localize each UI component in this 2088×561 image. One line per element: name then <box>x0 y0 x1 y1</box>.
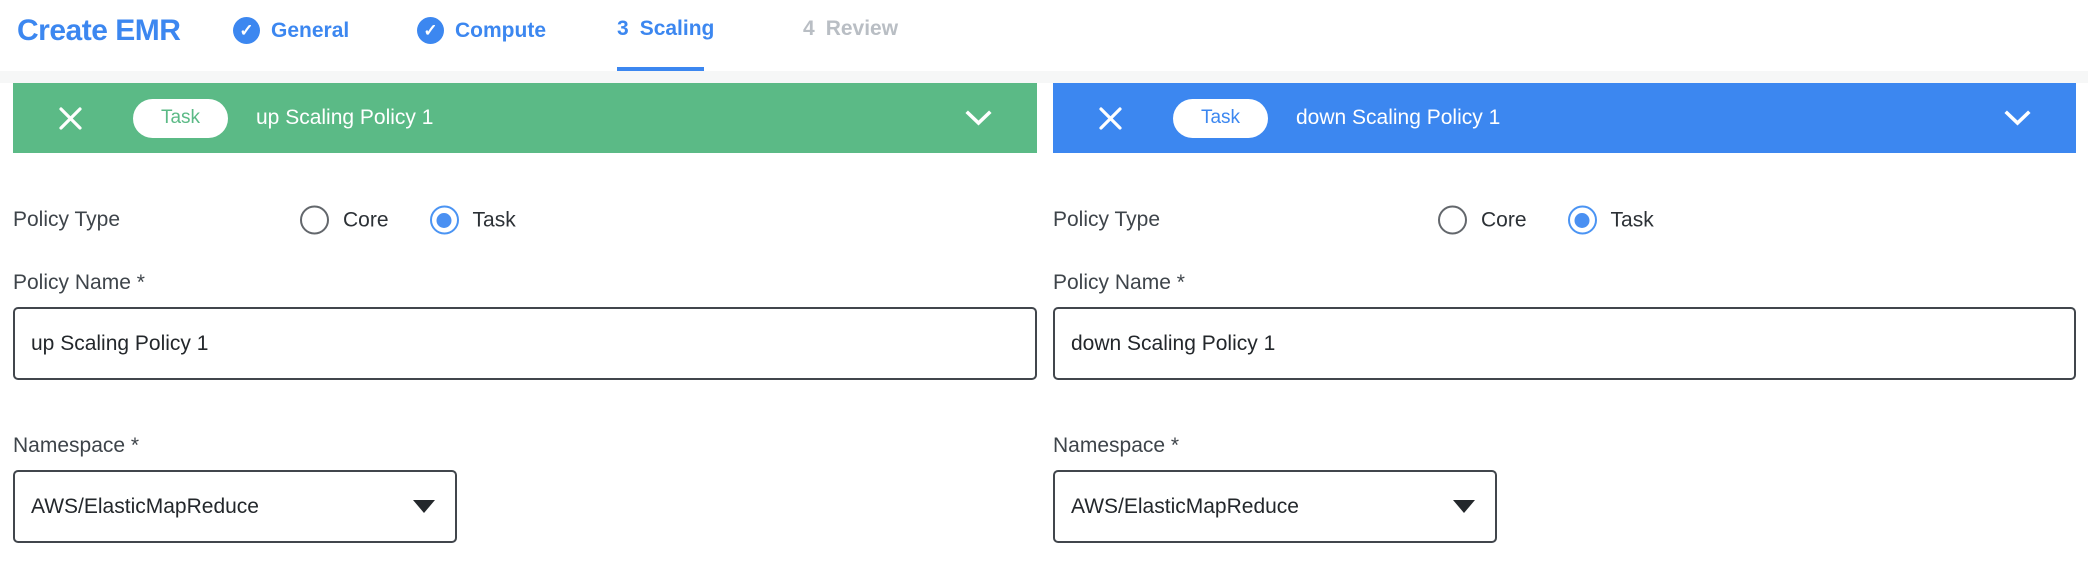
chevron-down-icon[interactable] <box>2004 110 2031 126</box>
policy-name-input[interactable] <box>1053 307 2076 380</box>
caret-down-icon <box>1453 500 1475 513</box>
step-general[interactable]: ✓ General <box>233 17 349 44</box>
policy-type-row: Policy Type Core Task <box>1053 204 2076 236</box>
nav-divider <box>0 71 2088 83</box>
policy-type-radio-group: Core Task <box>1438 206 1654 235</box>
radio-core[interactable]: Core <box>1438 206 1527 235</box>
radio-label: Core <box>1481 208 1527 232</box>
radio-task[interactable]: Task <box>430 206 516 235</box>
namespace-label: Namespace * <box>13 434 139 457</box>
active-step-underline <box>617 67 704 71</box>
step-compute[interactable]: ✓ Compute <box>417 17 546 44</box>
check-circle-icon: ✓ <box>233 17 260 44</box>
panel-down-header[interactable]: Task down Scaling Policy 1 <box>1053 83 2076 153</box>
policy-name-row: Policy Name * <box>1053 271 2076 380</box>
panel-up-body: Policy Type Core Task Policy Name * <box>13 204 1037 561</box>
scaling-policy-panels: Task up Scaling Policy 1 Policy Type Cor… <box>0 83 2088 561</box>
policy-name-label: Policy Name * <box>13 271 145 294</box>
page-title: Create EMR <box>17 14 180 48</box>
step-number: 4 <box>803 17 815 41</box>
panel-down-body: Policy Type Core Task Policy Name * <box>1053 204 2076 561</box>
panel-up-scaling-policy: Task up Scaling Policy 1 Policy Type Cor… <box>13 83 1037 561</box>
namespace-row: Namespace * AWS/ElasticMapReduce <box>13 434 1037 543</box>
policy-name-input[interactable] <box>13 307 1037 380</box>
namespace-label: Namespace * <box>1053 434 1179 457</box>
task-badge: Task <box>1173 99 1268 138</box>
policy-name-row: Policy Name * <box>13 271 1037 380</box>
step-label: Review <box>826 17 898 41</box>
namespace-select[interactable]: AWS/ElasticMapReduce <box>13 470 457 543</box>
chevron-down-icon[interactable] <box>965 110 992 126</box>
policy-type-label: Policy Type <box>1053 208 1160 232</box>
radio-label: Task <box>1611 208 1654 232</box>
namespace-selected-value: AWS/ElasticMapReduce <box>31 495 259 519</box>
create-emr-page: Create EMR ✓ General ✓ Compute 3 Scaling… <box>0 0 2088 548</box>
step-label: Compute <box>455 19 546 43</box>
panel-title: down Scaling Policy 1 <box>1296 106 1500 130</box>
policy-name-label: Policy Name * <box>1053 271 1185 294</box>
radio-label: Task <box>473 208 516 232</box>
radio-circle-icon <box>1438 206 1467 235</box>
radio-circle-icon <box>300 206 329 235</box>
close-icon[interactable] <box>1097 105 1124 132</box>
radio-circle-icon <box>1568 206 1597 235</box>
radio-label: Core <box>343 208 389 232</box>
step-label: General <box>271 19 349 43</box>
caret-down-icon <box>413 500 435 513</box>
step-scaling[interactable]: 3 Scaling <box>617 17 714 41</box>
panel-down-scaling-policy: Task down Scaling Policy 1 Policy Type C… <box>1053 83 2076 561</box>
policy-type-row: Policy Type Core Task <box>13 204 1037 236</box>
close-icon[interactable] <box>57 105 84 132</box>
radio-core[interactable]: Core <box>300 206 389 235</box>
step-review[interactable]: 4 Review <box>803 17 898 41</box>
policy-type-radio-group: Core Task <box>300 206 516 235</box>
step-number: 3 <box>617 17 629 41</box>
task-badge: Task <box>133 99 228 138</box>
wizard-nav: Create EMR ✓ General ✓ Compute 3 Scaling… <box>0 0 2088 71</box>
namespace-select[interactable]: AWS/ElasticMapReduce <box>1053 470 1497 543</box>
step-label: Scaling <box>640 17 715 41</box>
radio-circle-icon <box>430 206 459 235</box>
radio-task[interactable]: Task <box>1568 206 1654 235</box>
panel-up-header[interactable]: Task up Scaling Policy 1 <box>13 83 1037 153</box>
panel-title: up Scaling Policy 1 <box>256 106 433 130</box>
namespace-selected-value: AWS/ElasticMapReduce <box>1071 495 1299 519</box>
policy-type-label: Policy Type <box>13 208 120 232</box>
check-circle-icon: ✓ <box>417 17 444 44</box>
namespace-row: Namespace * AWS/ElasticMapReduce <box>1053 434 2076 543</box>
